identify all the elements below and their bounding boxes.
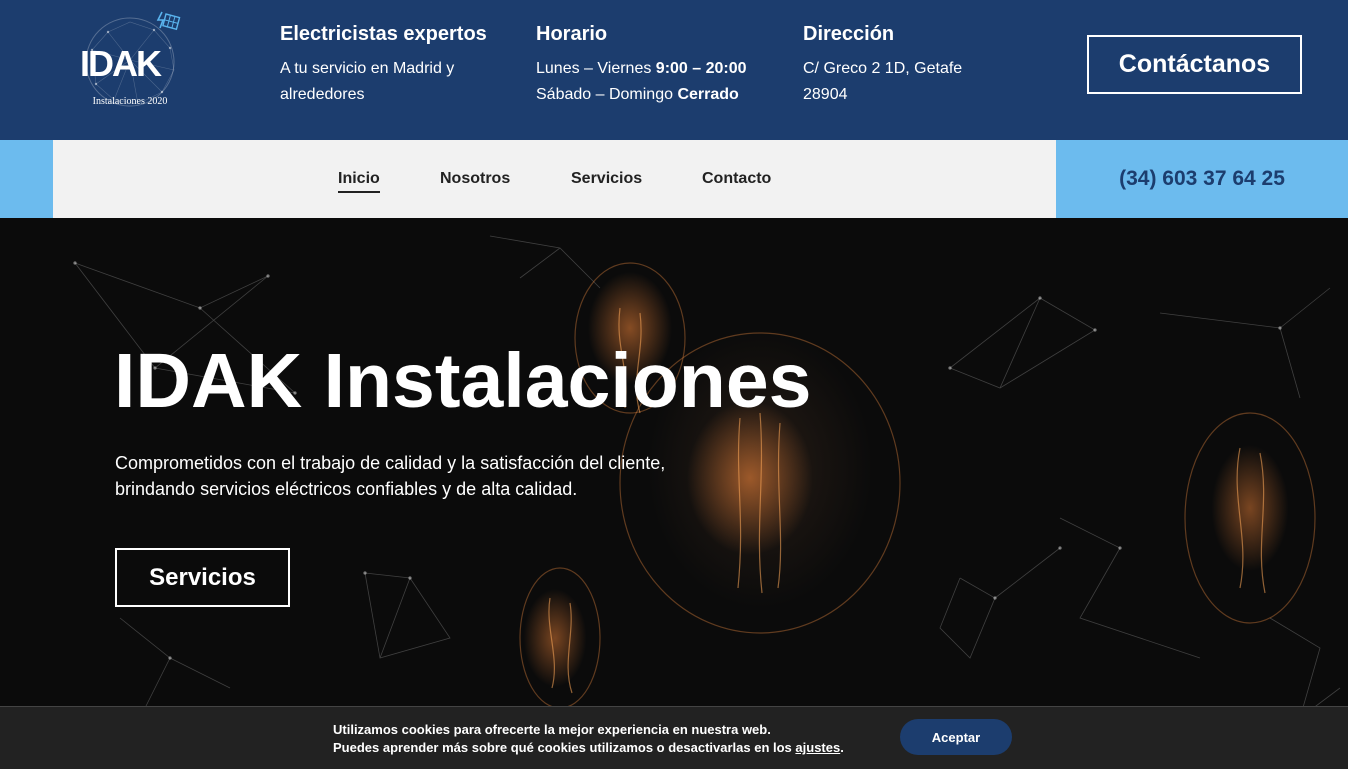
contact-button[interactable]: Contáctanos [1087,35,1302,94]
header-info-address: Dirección C/ Greco 2 1D, Getafe 28904 [803,22,1003,108]
cookie-line1: Utilizamos cookies para ofrecerte la mej… [333,722,771,737]
nav-item-inicio[interactable]: Inicio [338,170,380,193]
cookie-message: Utilizamos cookies para ofrecerte la mej… [333,721,844,757]
cookie-banner: Utilizamos cookies para ofrecerte la mej… [0,706,1348,769]
logo-tagline: Instalaciones 2020 [93,96,168,107]
address-title: Dirección [803,23,895,45]
nav-item-servicios[interactable]: Servicios [571,170,642,188]
idak-logo[interactable]: IDAK Instalaciones 2020 [78,10,190,110]
nav-bar: Inicio Nosotros Servicios Contacto (34) … [0,140,1348,218]
experts-line1: A tu servicio en Madrid y [280,60,455,77]
hero-subtitle-line1: Comprometidos con el trabajo de calidad … [115,453,666,473]
nav-item-contacto[interactable]: Contacto [702,170,771,188]
weekend-label: Sábado – Domingo [536,86,673,103]
top-header: IDAK Instalaciones 2020 Electricistas ex… [0,0,1348,140]
weekend-value: Cerrado [677,86,739,103]
hero-subtitle: Comprometidos con el trabajo de calidad … [115,450,715,502]
phone-number[interactable]: (34) 603 37 64 25 [1056,140,1348,218]
hero-section: IDAK Instalaciones Comprometidos con el … [0,218,1348,768]
hero-subtitle-line2: brindando servicios eléctricos confiable… [115,479,578,499]
weekdays-value: 9:00 – 20:00 [655,60,747,77]
weekdays-label: Lunes – Viernes [536,60,652,77]
hours-title: Horario [536,23,608,45]
address-line1: C/ Greco 2 1D, Getafe [803,60,963,77]
accept-cookies-button[interactable]: Aceptar [900,719,1012,755]
hours-weekdays: Lunes – Viernes 9:00 – 20:00 [536,56,776,82]
main-nav: Inicio Nosotros Servicios Contacto [53,140,1056,218]
header-info-hours: Horario Lunes – Viernes 9:00 – 20:00 Sáb… [536,22,776,108]
hours-weekend: Sábado – Domingo Cerrado [536,82,776,108]
hero-title: IDAK Instalaciones [114,338,812,424]
experts-title: Electricistas expertos [280,23,487,45]
cookie-line2-suffix: . [840,740,844,755]
experts-line2: alrededores [280,86,365,103]
cookie-line2-prefix: Puedes aprender más sobre qué cookies ut… [333,740,792,755]
logo-letters: IDAK [80,43,162,84]
logo-graphic: IDAK Instalaciones 2020 [80,11,181,107]
services-button[interactable]: Servicios [115,548,290,607]
header-info-experts: Electricistas expertos A tu servicio en … [280,22,510,108]
cookie-settings-link[interactable]: ajustes [795,740,840,755]
address-line2: 28904 [803,86,848,103]
nav-item-nosotros[interactable]: Nosotros [440,170,510,188]
